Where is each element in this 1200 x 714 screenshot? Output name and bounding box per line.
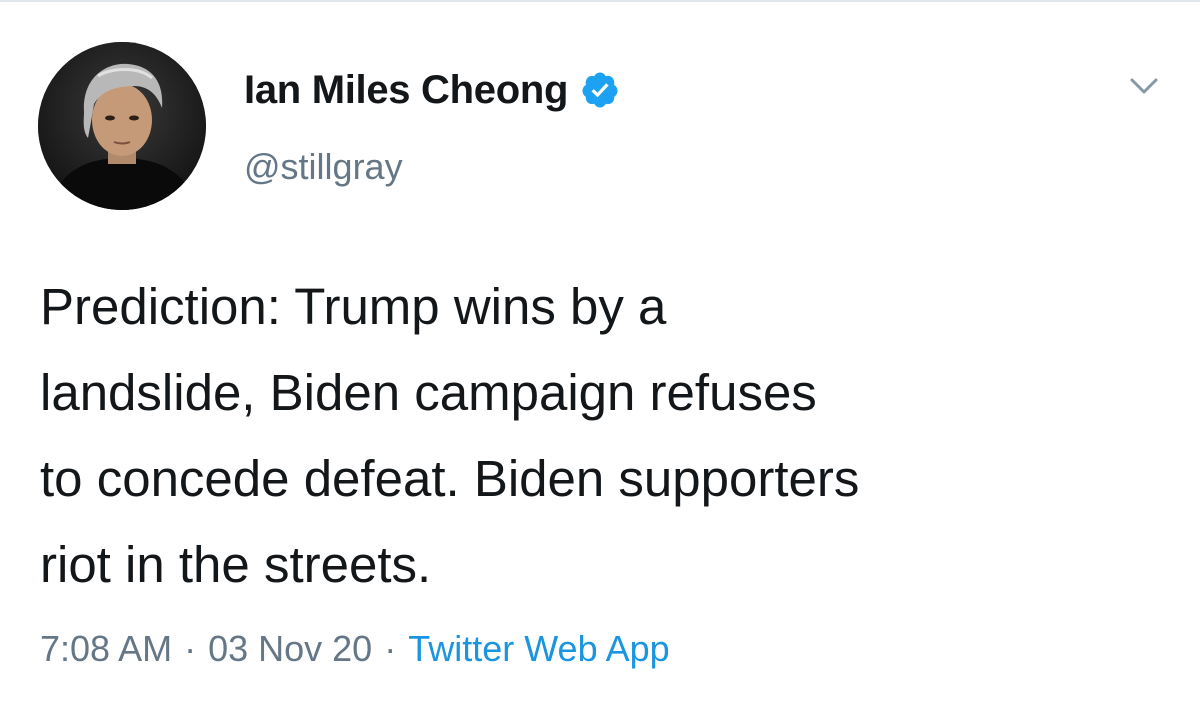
tweet-metadata: 7:08 AM · 03 Nov 20 · Twitter Web App — [40, 622, 670, 676]
avatar[interactable] — [38, 42, 206, 210]
tweet-time[interactable]: 7:08 AM — [40, 628, 172, 669]
profile-photo — [38, 42, 206, 210]
tweet-card: Ian Miles Cheong @stillgray Prediction: … — [0, 0, 1200, 714]
tweet-text-line: to concede defeat. Biden supporters — [40, 450, 860, 507]
tweet-date[interactable]: 03 Nov 20 — [208, 628, 372, 669]
tweet-text-line: Prediction: Trump wins by a — [40, 278, 667, 335]
separator-dot: · — [184, 628, 197, 669]
user-handle[interactable]: @stillgray — [244, 146, 403, 188]
display-name[interactable]: Ian Miles Cheong — [244, 68, 568, 113]
separator-dot: · — [384, 628, 397, 669]
display-name-row[interactable]: Ian Miles Cheong — [244, 62, 620, 118]
tweet-source-link[interactable]: Twitter Web App — [408, 628, 669, 669]
tweet-text-line: landslide, Biden campaign refuses — [40, 364, 817, 421]
chevron-down-icon[interactable] — [1124, 72, 1164, 102]
tweet-text: Prediction: Trump wins by a landslide, Bi… — [40, 264, 1170, 608]
verified-badge-icon — [580, 70, 620, 110]
tweet-text-line: riot in the streets. — [40, 536, 432, 593]
